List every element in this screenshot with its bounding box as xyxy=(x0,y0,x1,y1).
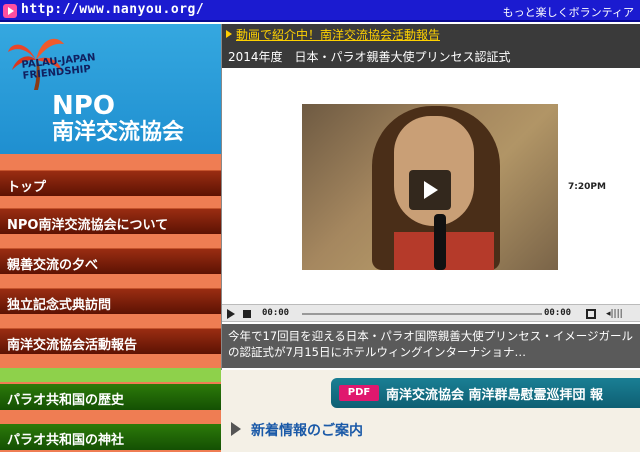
video-panel: 動画で紹介中！南洋交流協会活動報告 2014年度 日本・パラオ親善大使プリンセス… xyxy=(221,24,640,370)
pdf-badge: PDF xyxy=(339,385,379,401)
play-overlay-button[interactable] xyxy=(409,170,451,210)
logo-org-name: 南洋交流協会 xyxy=(52,120,185,145)
microphone xyxy=(434,214,446,270)
video-title: 2014年度 日本・パラオ親善大使プリンセス認証式 xyxy=(228,50,511,64)
time-total: 00:00 xyxy=(544,308,572,318)
triangle-icon xyxy=(231,422,241,436)
play-icon xyxy=(3,4,17,18)
time-current: 00:00 xyxy=(262,308,290,318)
tagline: もっと楽しくボランティア xyxy=(502,6,634,19)
play-icon[interactable] xyxy=(227,309,235,319)
video-controls: 00:00 00:00 ◂|||| xyxy=(222,304,640,322)
video-description: 今年で17回目を迎える日本・パラオ国際親善大使プリンセス・イメージガールの認証式… xyxy=(222,324,640,368)
nav-item-evening[interactable]: 親善交流の夕べ xyxy=(0,248,221,274)
main-content: 動画で紹介中！南洋交流協会活動報告 2014年度 日本・パラオ親善大使プリンセス… xyxy=(221,24,640,452)
nav-item-shrines[interactable]: パラオ共和国の神社 xyxy=(0,424,221,450)
logo-npo: NPO xyxy=(52,91,115,121)
nav-item-independence[interactable]: 独立記念式典訪問 xyxy=(0,288,221,314)
video-header-link[interactable]: 動画で紹介中！南洋交流協会活動報告 xyxy=(236,26,440,43)
arrow-icon xyxy=(226,30,232,38)
pdf-banner[interactable]: PDF 南洋交流協会 南洋群島慰霊巡拝団 報 xyxy=(331,378,640,408)
volume-icon[interactable]: ◂|||| xyxy=(606,309,623,319)
nav-item-history[interactable]: パラオ共和国の歴史 xyxy=(0,384,221,410)
news-heading: 新着情報のご案内 xyxy=(231,420,363,440)
nav-divider xyxy=(0,368,221,382)
nav-item-activity-report[interactable]: 南洋交流協会活動報告 xyxy=(0,328,221,354)
video-header: 動画で紹介中！南洋交流協会活動報告 2014年度 日本・パラオ親善大使プリンセス… xyxy=(222,24,640,68)
site-url[interactable]: http://www.nanyou.org/ xyxy=(21,2,204,17)
nav-item-top[interactable]: トップ xyxy=(0,170,221,196)
stop-icon[interactable] xyxy=(243,310,251,318)
site-logo[interactable]: PALAU-JAPAN FRIENDSHIP NPO 南洋交流協会 xyxy=(0,24,221,154)
fullscreen-icon[interactable] xyxy=(586,309,596,319)
video-side-time: 7:20PM xyxy=(568,182,606,192)
seek-bar[interactable] xyxy=(302,313,542,315)
news-heading-label: 新着情報のご案内 xyxy=(251,423,363,439)
top-bar: http://www.nanyou.org/ もっと楽しくボランティア xyxy=(0,0,640,22)
pdf-banner-text: 南洋交流協会 南洋群島慰霊巡拝団 報 xyxy=(386,388,604,403)
nav-item-about[interactable]: NPO南洋交流協会について xyxy=(0,208,221,234)
